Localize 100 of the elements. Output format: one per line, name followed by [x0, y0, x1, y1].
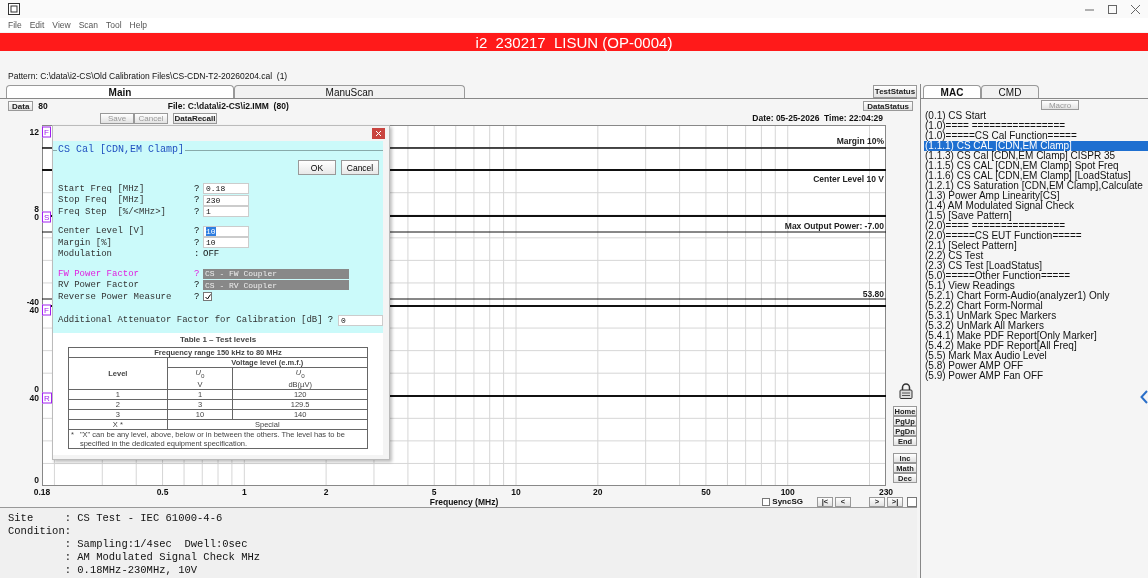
line-label: Max Output Power: -7.00: [784, 221, 884, 231]
menu-item[interactable]: Edit: [29, 20, 45, 30]
info-line: : AM Modulated Signal Check MHz: [63, 551, 262, 564]
input-field[interactable]: 1: [203, 206, 249, 218]
axis-label: 100: [780, 487, 795, 497]
cancel-button[interactable]: Cancel: [341, 160, 379, 175]
macro-item[interactable]: (2.0)=====CS EUT Function=====: [924, 231, 1148, 241]
macro-item[interactable]: (2.2) CS Test: [924, 251, 1148, 261]
prompt-mark: ?: [194, 237, 201, 248]
menu-item[interactable]: View: [52, 20, 71, 30]
trace-marker: R: [42, 392, 52, 404]
macro-item[interactable]: (2.0)==== ================: [924, 221, 1148, 231]
input-field[interactable]: 0: [338, 314, 383, 326]
axis-label: 0: [34, 384, 39, 394]
macro-item[interactable]: (1.0)=====CS Cal Function=====: [924, 131, 1148, 141]
ok-button[interactable]: OK: [298, 160, 336, 175]
field-label: Margin [%]: [58, 237, 113, 248]
macro-item[interactable]: (1.1.1) CS CAL [CDN,EM Clamp]: [924, 141, 1148, 151]
sync-checkbox[interactable]: [762, 497, 771, 506]
line-label: 53.80: [862, 289, 884, 299]
macro-item[interactable]: (1.0)==== ================: [924, 121, 1148, 131]
macro-item[interactable]: (5.1) View Readings: [924, 281, 1148, 291]
macro-item[interactable]: (5.0)=====Other Function=====: [924, 271, 1148, 281]
prompt-mark: ?: [194, 226, 201, 237]
menu-item[interactable]: Scan: [78, 20, 98, 30]
prompt-mark: ?: [194, 280, 201, 291]
line-label: Center Level 10 V: [813, 174, 884, 184]
data-value: 80: [38, 101, 48, 111]
input-field[interactable]: 10: [203, 225, 249, 237]
field-label: FW Power Factor: [58, 268, 140, 279]
info-line: : 0.18MHz-230MHz, 10V: [63, 564, 199, 577]
macro-item[interactable]: (2.3) CS Test [LoadStatus]: [924, 261, 1148, 271]
chevron-left-icon[interactable]: [1140, 390, 1148, 404]
padlock-icon[interactable]: [899, 383, 913, 399]
tab[interactable]: ManuScan: [234, 85, 465, 98]
macro-item[interactable]: (5.2.1) Chart Form-Audio(analyzer1) Only: [924, 291, 1148, 301]
axis-label: 20: [593, 487, 603, 497]
menu-item[interactable]: Tool: [106, 20, 122, 30]
trace-marker: S: [42, 211, 52, 223]
macro-item[interactable]: (1.3) Power Amp Linearity[CS]: [924, 191, 1148, 201]
checkbox[interactable]: [203, 292, 212, 302]
data-status-button[interactable]: DataStatus: [863, 101, 913, 111]
input-field[interactable]: 10: [203, 237, 249, 249]
tab[interactable]: CMD: [981, 85, 1039, 98]
info-line: Site : CS Test - IEC 61000-4-6: [8, 512, 224, 525]
close-button[interactable]: [372, 128, 385, 139]
axis-label: 40: [29, 393, 39, 403]
axis-label: 230: [878, 487, 894, 497]
axis-label: 1: [241, 487, 247, 497]
macro-item[interactable]: (1.4) AM Modulated Signal Check: [924, 201, 1148, 211]
menu-item[interactable]: File: [8, 20, 22, 30]
option-checkbox[interactable]: [907, 496, 917, 507]
field-value: OFF: [203, 249, 221, 260]
check-icon: [204, 293, 211, 300]
action-button[interactable]: DataRecall: [173, 112, 217, 124]
tab[interactable]: Main: [6, 85, 234, 98]
prompt-mark: :: [194, 249, 201, 260]
axis-label: 10: [511, 487, 521, 497]
sync-label: SyncSG: [772, 497, 803, 507]
macro-item[interactable]: (5.3.2) UnMark All Markers: [924, 321, 1148, 331]
axis-label: 40: [29, 305, 39, 315]
macro-item[interactable]: (1.5) [Save Pattern]: [924, 211, 1148, 221]
trace-marker: F: [42, 304, 51, 316]
data-button[interactable]: Data: [8, 101, 34, 111]
title-banner: i2 230217 LISUN (OP-0004): [0, 33, 1148, 51]
field-label: Center Level [V]: [58, 226, 146, 237]
field-label: Start Freq [MHz]: [58, 183, 146, 194]
tab[interactable]: MAC: [923, 85, 981, 98]
axis-label: -40: [26, 297, 39, 307]
line-label: Margin 10%: [836, 136, 884, 146]
macro-item[interactable]: (1.2.1) CS Saturation [CDN,EM Clamp],Calculate: [924, 181, 1148, 191]
macro-item[interactable]: (5.4.1) Make PDF Report[Only Marker]: [924, 331, 1148, 341]
file-path: File: C:\data\i2-CS\i2.IMM (80): [167, 101, 289, 111]
macro-item[interactable]: (5.9) Power AMP Fan OFF: [924, 371, 1148, 381]
info-line: Condition:: [8, 525, 72, 538]
macro-item[interactable]: (5.2.2) Chart Form-Normal: [924, 301, 1148, 311]
close-icon[interactable]: [1131, 4, 1140, 14]
prompt-mark: ?: [194, 195, 201, 206]
axis-label: 5: [431, 487, 437, 497]
macro-item[interactable]: (0.1) CS Start: [924, 111, 1148, 121]
field-label: Reverse Power Measure: [58, 291, 173, 302]
macro-item[interactable]: (5.4.2) Make PDF Report[All Freq]: [924, 341, 1148, 351]
prompt-mark: ?: [327, 315, 334, 325]
axis-label: 8: [34, 204, 39, 214]
macro-item[interactable]: (5.3.1) UnMark Spec Markers: [924, 311, 1148, 321]
input-field[interactable]: 230: [203, 194, 249, 206]
close-icon: [376, 131, 381, 136]
maximize-icon[interactable]: [1108, 4, 1117, 14]
macro-item[interactable]: (1.1.3) CS Cal [CDN,EM Clamp] CISPR 35: [924, 151, 1148, 161]
field-label: Modulation: [58, 249, 113, 260]
menu-item[interactable]: Help: [129, 20, 148, 30]
prompt-mark: ?: [194, 291, 201, 302]
macro-item[interactable]: (1.1.5) CS CAL [CDN,EM Clamp] Spot Freq: [924, 161, 1148, 171]
test-status-button[interactable]: TestStatus: [873, 85, 917, 98]
macro-item[interactable]: (5.5) Mark Max Audio Level: [924, 351, 1148, 361]
macro-item[interactable]: (1.1.6) CS CAL [CDN,EM Clamp] [LoadStatus]: [924, 171, 1148, 181]
input-field[interactable]: 0.18: [203, 183, 249, 195]
macro-item[interactable]: (5.8) Power AMP OFF: [924, 361, 1148, 371]
field-label: Additional Attenuator Factor for Calibration [dB]: [58, 315, 323, 325]
macro-item[interactable]: (2.1) [Select Pattern]: [924, 241, 1148, 251]
